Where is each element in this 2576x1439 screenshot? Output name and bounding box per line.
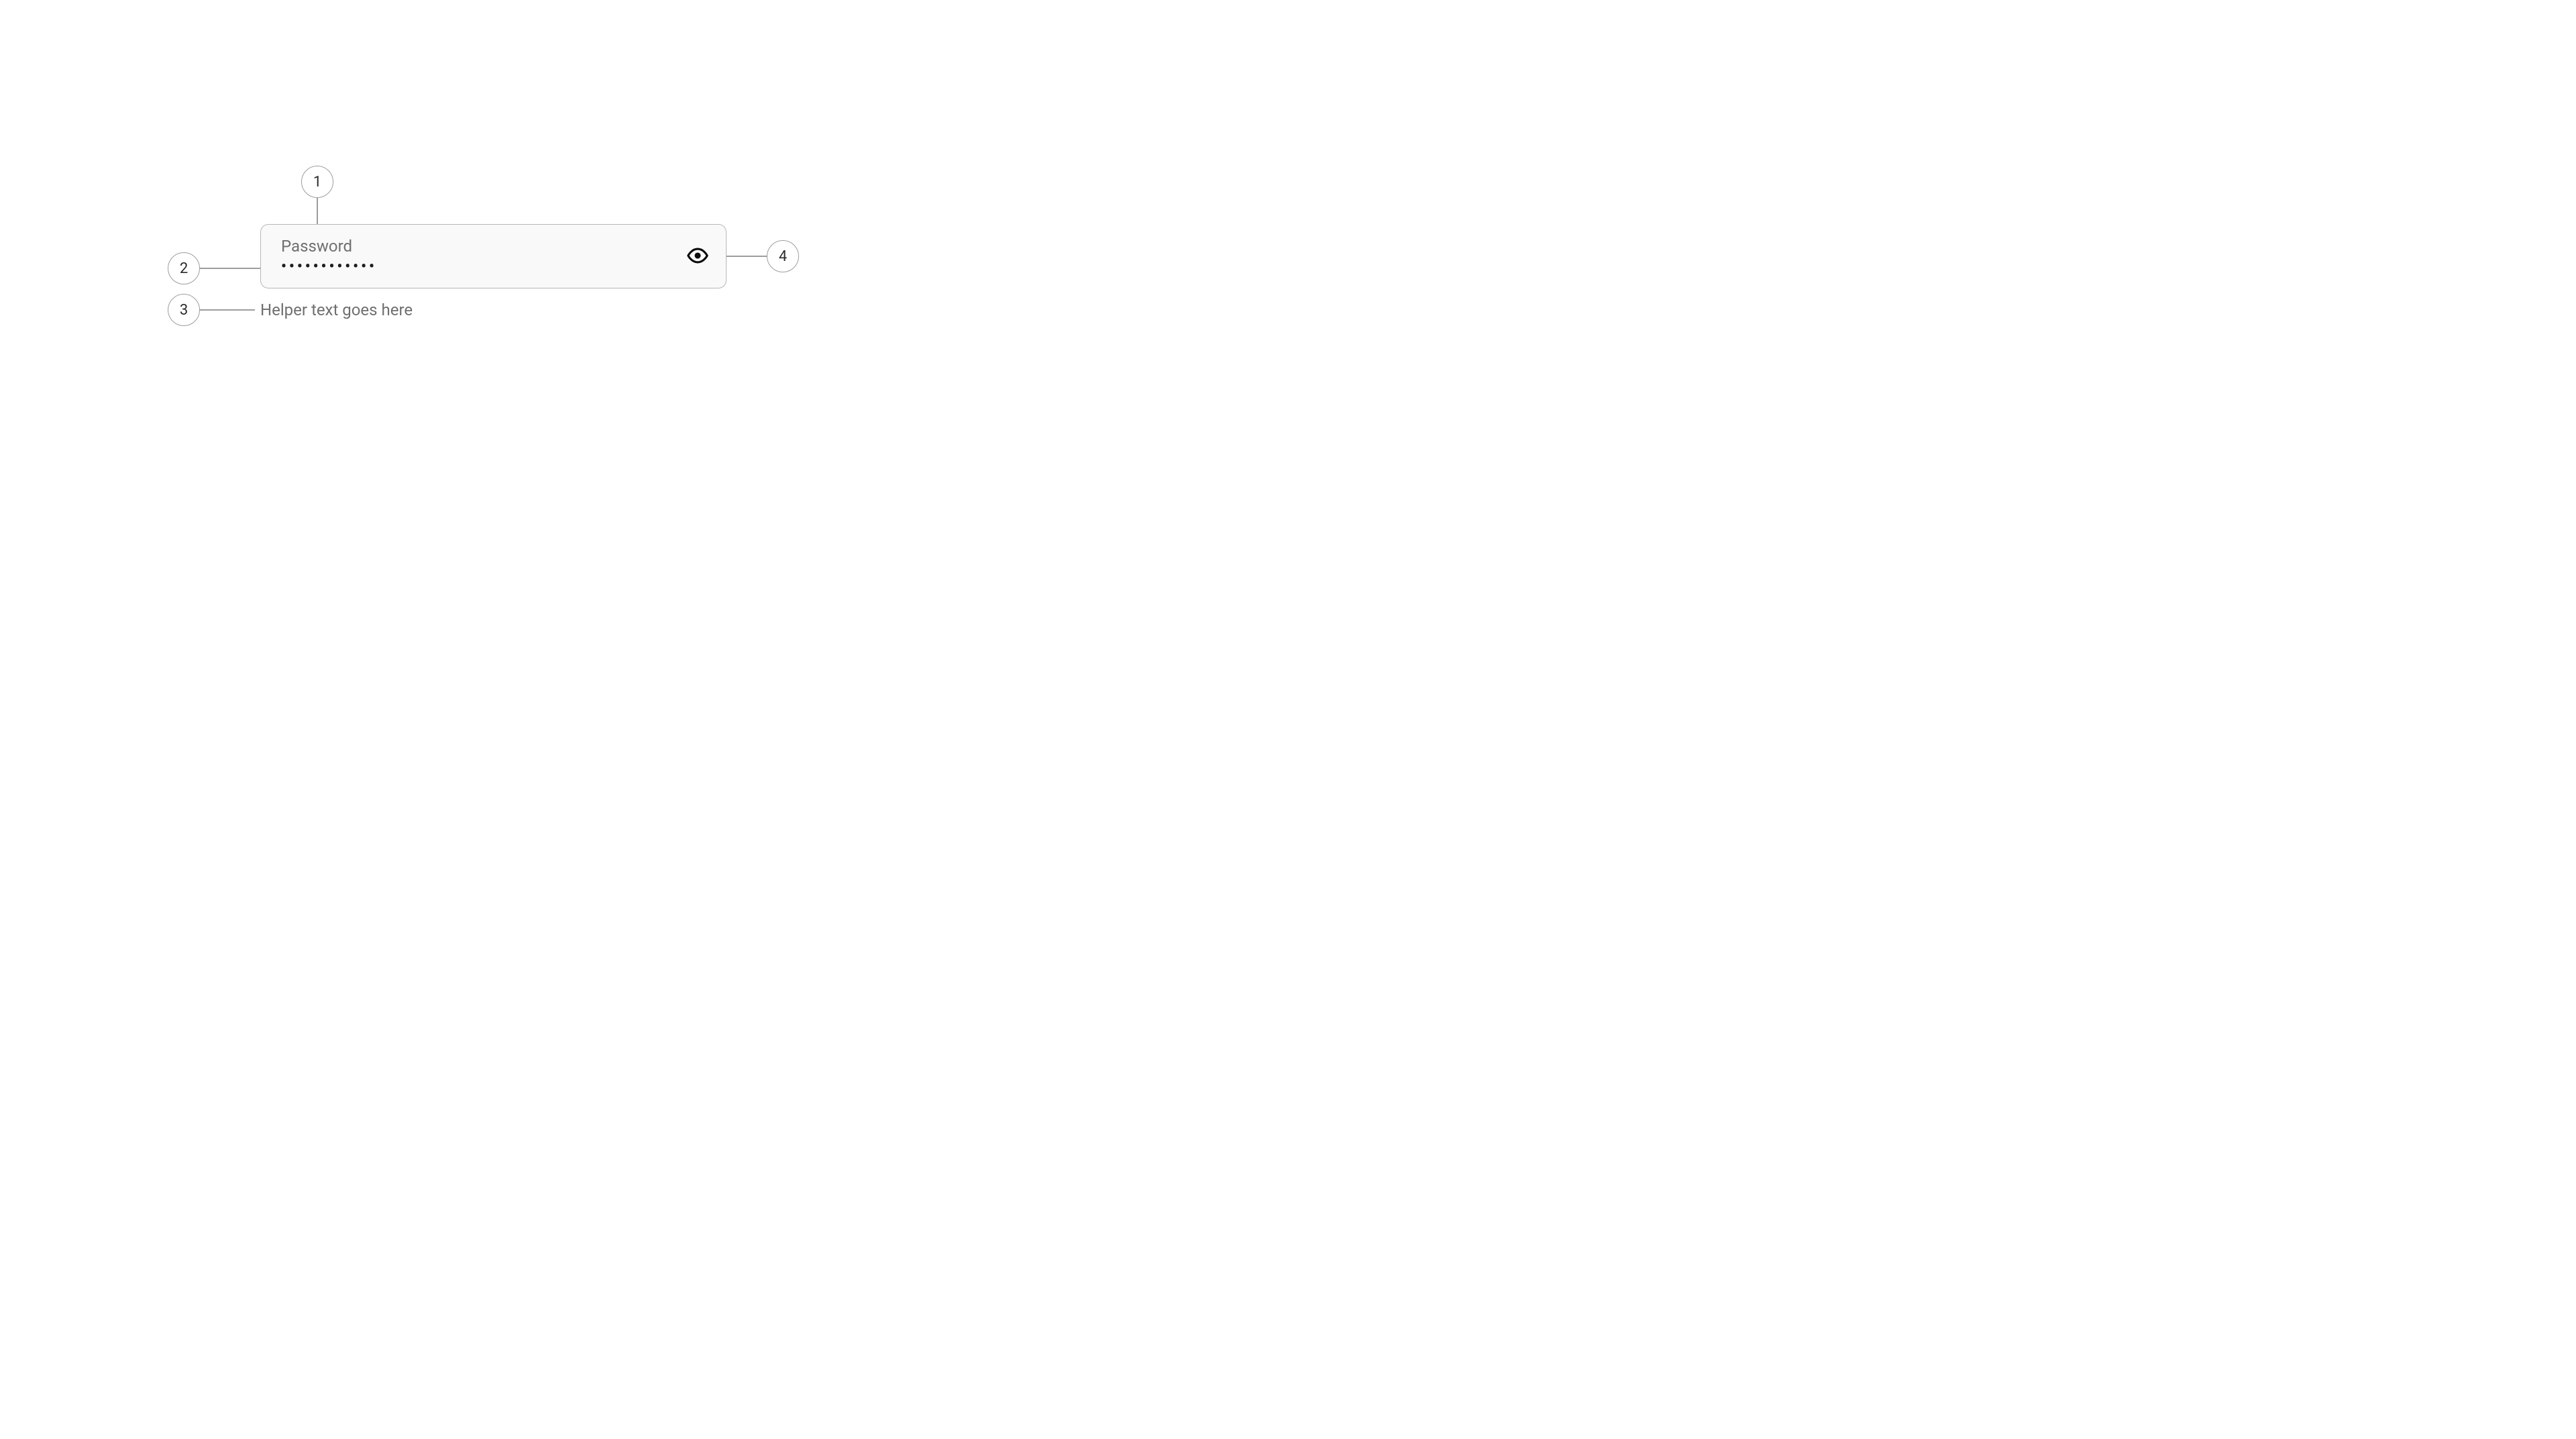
callout-badge-1: 1 bbox=[301, 166, 333, 198]
anatomy-diagram: 1 2 3 4 Password •••••••••••• Helper tex… bbox=[0, 0, 979, 547]
password-input[interactable]: •••••••••••• bbox=[281, 258, 679, 276]
callout-number: 1 bbox=[313, 174, 321, 191]
callout-leader-2 bbox=[200, 268, 260, 269]
callout-leader-3 bbox=[200, 309, 255, 311]
callout-leader-1 bbox=[317, 198, 318, 224]
callout-badge-4: 4 bbox=[767, 240, 799, 272]
field-label: Password bbox=[281, 236, 679, 257]
callout-number: 2 bbox=[180, 260, 188, 277]
eye-icon bbox=[686, 244, 709, 269]
callout-number: 4 bbox=[779, 248, 787, 265]
callout-number: 3 bbox=[180, 302, 188, 319]
callout-badge-2: 2 bbox=[168, 252, 200, 284]
toggle-visibility-button[interactable] bbox=[684, 243, 711, 270]
password-text-field[interactable]: Password •••••••••••• bbox=[260, 224, 727, 288]
helper-text: Helper text goes here bbox=[260, 301, 413, 319]
callout-badge-3: 3 bbox=[168, 294, 200, 326]
